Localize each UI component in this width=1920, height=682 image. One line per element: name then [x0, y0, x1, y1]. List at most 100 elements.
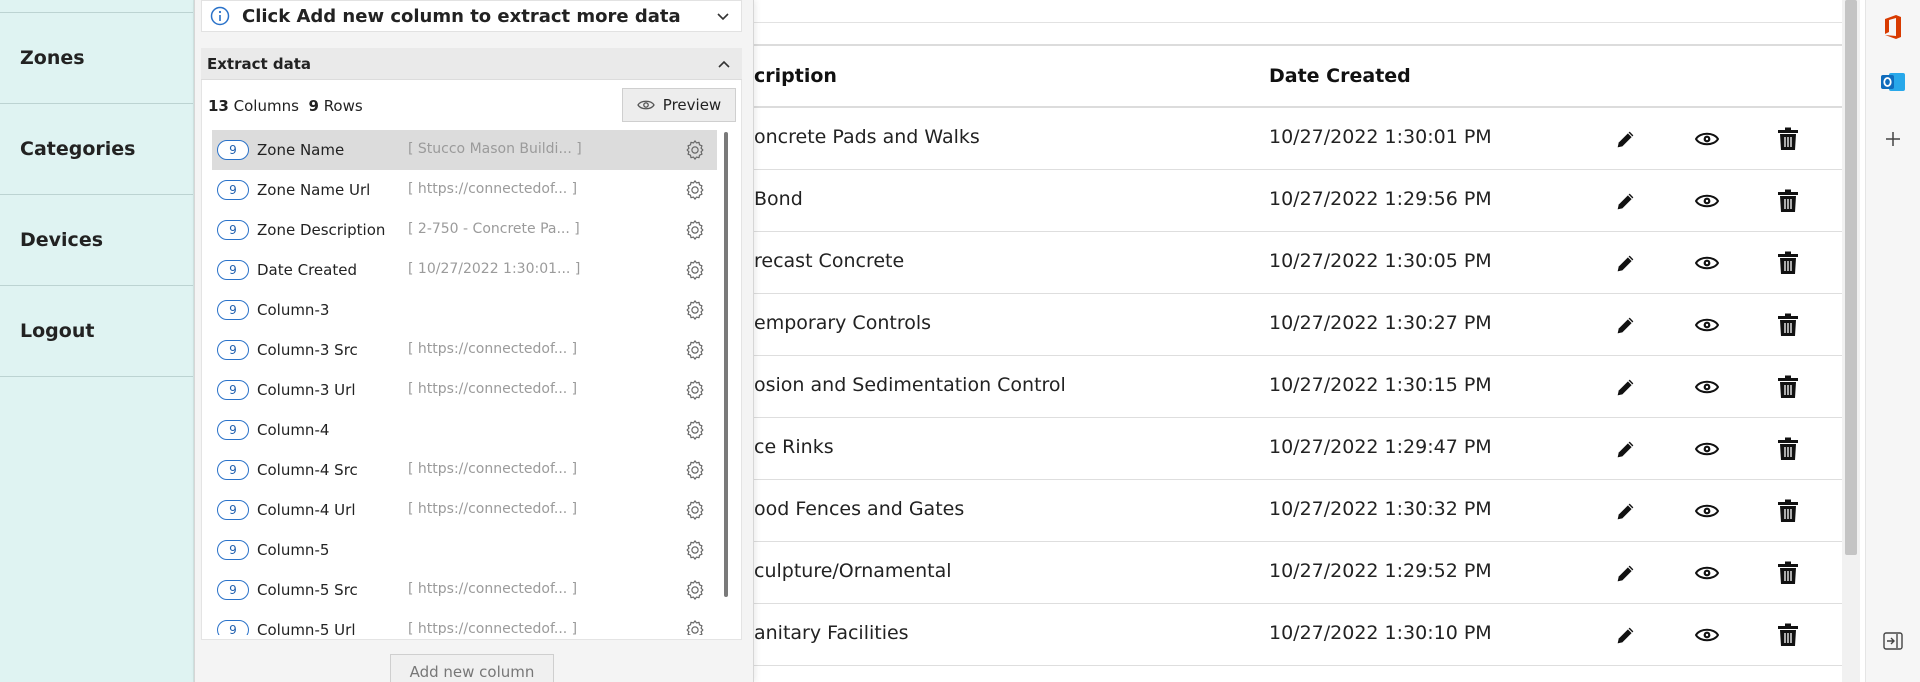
chevron-down-icon[interactable]: [715, 9, 731, 25]
column-count-badge: 9: [217, 140, 249, 160]
trash-icon[interactable]: [1774, 125, 1802, 153]
row-description: recast Concrete: [754, 250, 905, 272]
column-item[interactable]: 9 Column-3 Url [ https://connectedof... ]: [212, 370, 717, 410]
extract-panel: Click Add new column to extract more dat…: [194, 0, 754, 682]
pencil-icon[interactable]: [1612, 435, 1640, 463]
eye-icon[interactable]: [1693, 125, 1721, 153]
eye-icon[interactable]: [1693, 311, 1721, 339]
trash-icon[interactable]: [1774, 621, 1802, 649]
column-item[interactable]: 9 Zone Description [ 2-750 - Concrete Pa..…: [212, 210, 717, 250]
sidebar-item-categories[interactable]: Categories: [0, 104, 193, 195]
table-row: recast Concrete 10/27/2022 1:30:05 PM: [754, 232, 1842, 294]
table-header: cription Date Created: [754, 46, 1842, 108]
gear-icon[interactable]: [684, 299, 706, 321]
pencil-icon[interactable]: [1612, 249, 1640, 277]
column-item[interactable]: 9 Column-5 Src [ https://connectedof... ]: [212, 570, 717, 610]
eye-icon[interactable]: [1693, 559, 1721, 587]
eye-icon[interactable]: [1693, 373, 1721, 401]
column-name: Column-5: [257, 541, 330, 559]
gear-icon[interactable]: [684, 459, 706, 481]
column-count-badge: 9: [217, 460, 249, 480]
trash-icon[interactable]: [1774, 435, 1802, 463]
eye-icon[interactable]: [1693, 621, 1721, 649]
pencil-icon[interactable]: [1612, 125, 1640, 153]
collapse-pane-icon[interactable]: [1878, 626, 1908, 656]
trash-icon[interactable]: [1774, 311, 1802, 339]
eye-icon[interactable]: [1693, 435, 1721, 463]
column-list-scrollbar-thumb[interactable]: [724, 132, 728, 597]
column-item[interactable]: 9 Zone Name [ Stucco Mason Buildi... ]: [212, 130, 717, 170]
page-scrollbar[interactable]: [1842, 0, 1860, 682]
column-item[interactable]: 9 Column-3 Src [ https://connectedof... ]: [212, 330, 717, 370]
preview-button[interactable]: Preview: [622, 88, 736, 122]
column-list-scrollbar[interactable]: [722, 130, 730, 635]
side-rail: [1865, 0, 1920, 682]
row-description: ood Fences and Gates: [754, 498, 965, 520]
gear-icon[interactable]: [684, 619, 706, 635]
gear-icon[interactable]: [684, 179, 706, 201]
trash-icon[interactable]: [1774, 249, 1802, 277]
office-icon[interactable]: [1878, 12, 1908, 42]
column-preview: [ https://connectedof... ]: [408, 181, 578, 197]
info-text: Click Add new column to extract more dat…: [242, 5, 681, 27]
gear-icon[interactable]: [684, 539, 706, 561]
gear-icon[interactable]: [684, 419, 706, 441]
table-row: Bond 10/27/2022 1:29:56 PM: [754, 170, 1842, 232]
chevron-up-icon[interactable]: [716, 56, 732, 72]
counts-summary: 13 Columns 9 Rows: [208, 97, 363, 115]
trash-icon[interactable]: [1774, 373, 1802, 401]
column-count-badge: 9: [217, 260, 249, 280]
eye-icon[interactable]: [1693, 187, 1721, 215]
column-item[interactable]: 9 Column-3: [212, 290, 717, 330]
page-scrollbar-thumb[interactable]: [1845, 0, 1857, 555]
column-item[interactable]: 9 Column-4: [212, 410, 717, 450]
column-name: Column-4: [257, 421, 330, 439]
pencil-icon[interactable]: [1612, 187, 1640, 215]
sidebar-item-devices[interactable]: Devices: [0, 195, 193, 286]
column-item[interactable]: 9 Column-4 Url [ https://connectedof... ]: [212, 490, 717, 530]
pencil-icon[interactable]: [1612, 559, 1640, 587]
column-count-badge: 9: [217, 180, 249, 200]
eye-icon[interactable]: [1693, 497, 1721, 525]
gear-icon[interactable]: [684, 139, 706, 161]
column-preview: [ 10/27/2022 1:30:01... ]: [408, 261, 581, 277]
info-banner[interactable]: Click Add new column to extract more dat…: [201, 0, 742, 32]
outlook-icon[interactable]: [1878, 67, 1908, 97]
sidebar-item-logout[interactable]: Logout: [0, 286, 193, 377]
gear-icon[interactable]: [684, 339, 706, 361]
extract-data-header[interactable]: Extract data: [201, 48, 742, 80]
column-item[interactable]: 9 Date Created [ 10/27/2022 1:30:01... ]: [212, 250, 717, 290]
sidebar-item-label: Categories: [20, 138, 136, 160]
column-item[interactable]: 9 Zone Name Url [ https://connectedof... ]: [212, 170, 717, 210]
gear-icon[interactable]: [684, 259, 706, 281]
gear-icon[interactable]: [684, 499, 706, 521]
header-description[interactable]: cription: [754, 65, 837, 87]
trash-icon[interactable]: [1774, 559, 1802, 587]
column-count-badge: 9: [217, 620, 249, 635]
column-item[interactable]: 9 Column-5: [212, 530, 717, 570]
pencil-icon[interactable]: [1612, 621, 1640, 649]
pencil-icon[interactable]: [1612, 497, 1640, 525]
trash-icon[interactable]: [1774, 497, 1802, 525]
column-name: Zone Name Url: [257, 181, 371, 199]
row-description: osion and Sedimentation Control: [754, 374, 1066, 396]
column-name: Column-3 Src: [257, 341, 358, 359]
header-date-created[interactable]: Date Created: [1269, 65, 1411, 87]
column-item[interactable]: 9 Column-5 Url [ https://connectedof... ]: [212, 610, 717, 635]
plus-icon[interactable]: [1878, 124, 1908, 154]
gear-icon[interactable]: [684, 219, 706, 241]
rows-label: Rows: [323, 97, 363, 115]
row-date-created: 10/27/2022 1:30:05 PM: [1269, 250, 1492, 272]
pencil-icon[interactable]: [1612, 311, 1640, 339]
trash-icon[interactable]: [1774, 187, 1802, 215]
pencil-icon[interactable]: [1612, 373, 1640, 401]
extract-data-body: 13 Columns 9 Rows Preview 9 Zone Name [ St…: [201, 80, 742, 640]
add-new-column-button[interactable]: Add new column: [390, 654, 554, 682]
column-item[interactable]: 9 Column-4 Src [ https://connectedof... ]: [212, 450, 717, 490]
gear-icon[interactable]: [684, 579, 706, 601]
sidebar-item-zones[interactable]: Zones: [0, 13, 193, 104]
rows-count: 9: [308, 97, 319, 115]
info-icon: [210, 6, 230, 26]
gear-icon[interactable]: [684, 379, 706, 401]
eye-icon[interactable]: [1693, 249, 1721, 277]
